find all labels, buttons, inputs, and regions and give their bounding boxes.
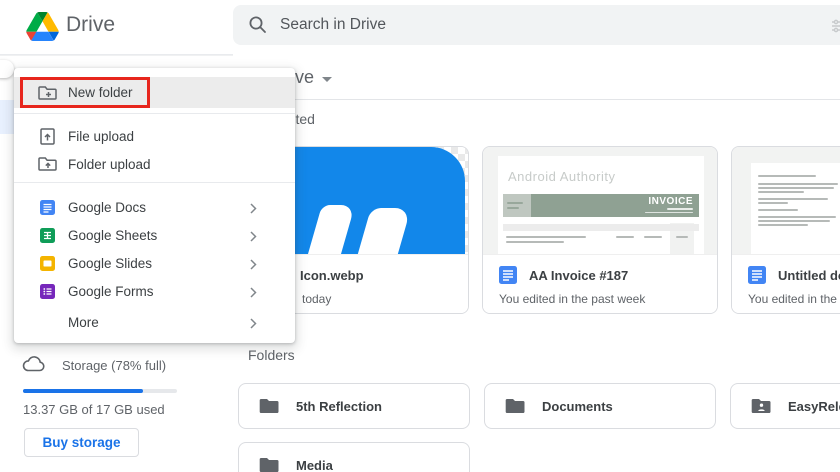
menu-item-label: Google Docs [68,200,146,215]
storage-progress-fill [23,389,143,393]
folder-icon [259,457,279,472]
artwork-shape [302,205,355,254]
menu-item-file-upload[interactable]: File upload [14,122,295,150]
folder-tile-documents[interactable]: Documents [484,383,716,429]
menu-item-folder-upload[interactable]: Folder upload [14,150,295,178]
new-button[interactable] [0,60,14,78]
google-drive-window: Drive Search in Drive My Drive Suggested [0,0,840,472]
google-docs-icon [748,266,766,289]
toolbar-divider [233,99,840,100]
menu-divider [14,182,295,183]
content-toolbar: My Drive [233,55,840,100]
search-icon [248,15,268,40]
buy-storage-button[interactable]: Buy storage [24,428,139,457]
menu-item-google-slides[interactable]: Google Slides [14,249,295,277]
card-info: AA Invoice #187 You edited in the past w… [483,254,717,313]
file-upload-icon [37,128,57,145]
file-activity: You edited in the past week [499,292,645,306]
document-preview: Android Authority INVOICE [483,147,717,254]
folder-name: 5th Reflection [296,399,382,414]
submenu-chevron-icon [250,285,257,303]
file-name: Untitled document [778,268,840,283]
folder-upload-icon [37,156,57,172]
shared-folder-icon [751,398,771,414]
header-divider [0,54,233,55]
submenu-chevron-icon [250,229,257,247]
folder-name: EasyRelease iOS [788,399,840,414]
menu-item-label: More [68,315,99,330]
google-sheets-icon [37,228,57,243]
menu-item-google-docs[interactable]: Google Docs [14,193,295,221]
new-menu: New folder File upload Folder upload Goo… [14,68,295,343]
invoice-heading: Android Authority [508,169,616,184]
folder-icon [259,398,279,414]
menu-divider [14,113,295,114]
folder-tile-easyrelease-ios[interactable]: EasyRelease iOS [730,383,840,429]
google-docs-icon [499,266,517,289]
menu-item-new-folder[interactable]: New folder [14,77,295,108]
invoice-banner: INVOICE [503,194,699,217]
folder-name: Media [296,458,333,472]
drive-logo-icon[interactable] [26,12,59,41]
menu-item-label: Google Forms [68,284,154,299]
cloud-icon [22,355,46,378]
menu-item-more[interactable]: More [14,308,295,336]
sidebar-item-my-drive[interactable] [0,100,15,134]
document-preview [732,147,840,254]
file-name: AA Invoice #187 [529,268,628,283]
file-activity: today [302,292,331,306]
search-placeholder: Search in Drive [280,16,386,34]
folder-name: Documents [542,399,613,414]
google-docs-icon [37,200,57,215]
menu-item-label: Folder upload [68,157,151,172]
folders-section-label: Folders [248,347,295,363]
menu-item-label: Google Slides [68,256,152,271]
file-name: Icon.webp [300,268,364,283]
google-forms-icon [37,284,57,299]
storage-label: Storage (78% full) [62,358,166,373]
submenu-chevron-icon [250,201,257,219]
folder-tile-5th-reflection[interactable]: 5th Reflection [238,383,470,429]
folder-icon [505,398,525,414]
menu-item-google-forms[interactable]: Google Forms [14,277,295,305]
invoice-banner-block [503,194,531,217]
submenu-chevron-icon [250,257,257,275]
file-card-aa-invoice[interactable]: Android Authority INVOICE [482,146,718,314]
chevron-down-icon [322,77,332,82]
tune-icon[interactable] [831,18,840,39]
menu-item-label: New folder [68,85,133,100]
invoice-banner-title: INVOICE [648,196,693,207]
search-input[interactable]: Search in Drive [233,5,840,45]
file-activity: You edited in the past week [748,292,840,306]
folder-tile-media[interactable]: Media [238,442,470,472]
new-folder-icon [37,85,57,101]
app-title: Drive [66,13,115,37]
google-slides-icon [37,256,57,271]
file-card-untitled-document[interactable]: Untitled document You edited in the past… [731,146,840,314]
menu-item-google-sheets[interactable]: Google Sheets [14,221,295,249]
top-app-bar: Drive Search in Drive [0,0,840,56]
storage-progress [23,389,177,393]
card-info: Untitled document You edited in the past… [732,254,840,313]
invoice-table-header [503,224,699,231]
submenu-chevron-icon [250,316,257,334]
artwork-shape [351,208,411,254]
menu-item-label: File upload [68,129,134,144]
storage-usage: 13.37 GB of 17 GB used [23,402,165,417]
menu-item-label: Google Sheets [68,228,157,243]
